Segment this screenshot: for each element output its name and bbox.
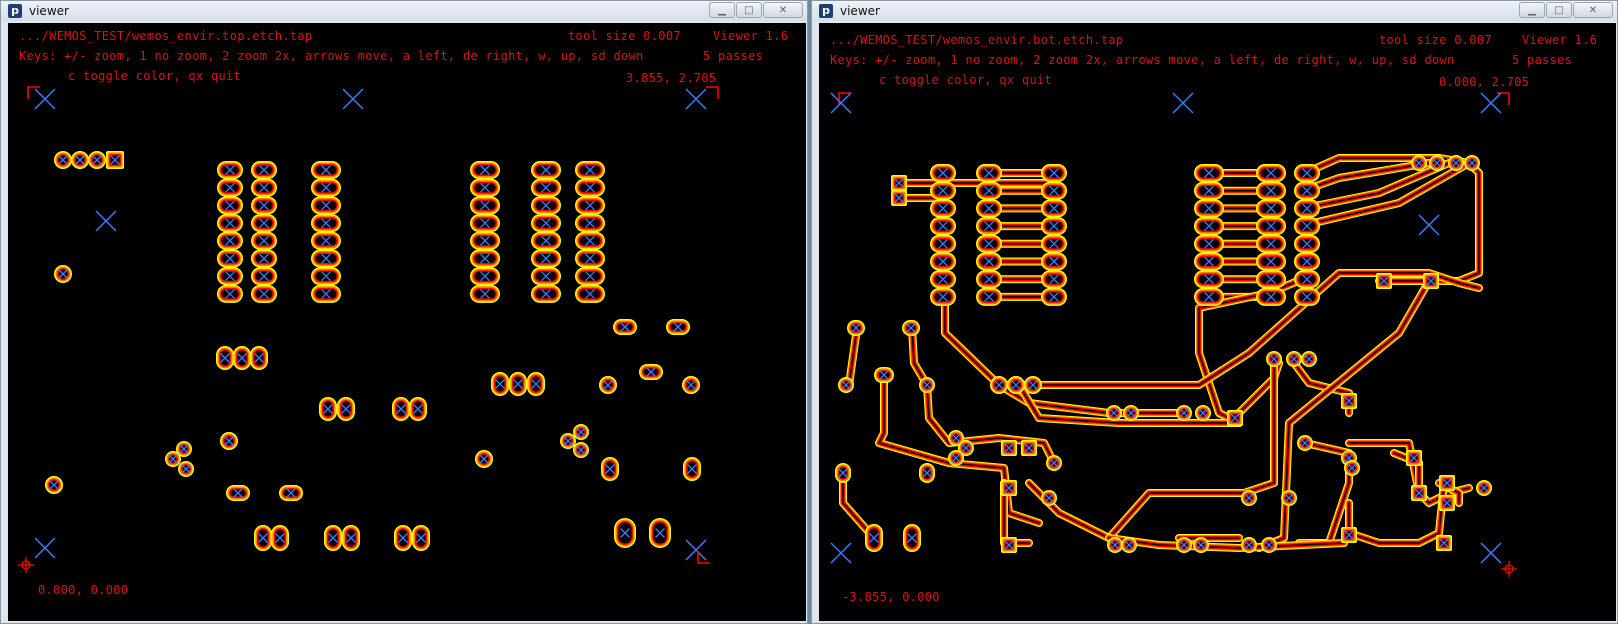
x-marker-icon — [34, 88, 56, 110]
maximize-button[interactable]: □ — [736, 2, 762, 18]
window-title: viewer — [840, 4, 880, 18]
maximize-icon: □ — [744, 5, 754, 16]
pcb-top-layer — [18, 86, 719, 573]
trace — [1345, 479, 1448, 547]
x-marker-icon — [1418, 214, 1440, 236]
trace — [845, 324, 861, 389]
crosshair-icon — [18, 557, 34, 573]
x-marker-icon — [1480, 92, 1502, 114]
x-marker-icon — [34, 537, 56, 559]
x-marker-icon — [830, 542, 852, 564]
minimize-icon: ▁ — [718, 5, 726, 16]
pcb-bottom-layer — [830, 92, 1517, 577]
viewer-window-top: p viewer ▁ □ ✕ .../WEMOS_TEST/wemos_envi… — [0, 0, 808, 624]
x-marker-icon — [1172, 92, 1194, 114]
titlebar[interactable]: p viewer ▁ □ ✕ — [1, 1, 807, 21]
x-marker-icon — [1480, 542, 1502, 564]
window-title: viewer — [29, 4, 69, 18]
viewer-window-bottom: p viewer ▁ □ ✕ .../WEMOS_TEST/wemos_envi… — [811, 0, 1618, 624]
x-marker-icon — [342, 88, 364, 110]
x-marker-icon — [95, 210, 117, 232]
maximize-icon: □ — [1554, 5, 1564, 16]
minimize-icon: ▁ — [1528, 5, 1536, 16]
board-canvas[interactable]: .../WEMOS_TEST/wemos_envir.bot.etch.tap … — [819, 23, 1616, 621]
close-icon: ✕ — [778, 5, 788, 16]
maximize-button[interactable]: □ — [1546, 2, 1572, 18]
close-icon: ✕ — [1588, 5, 1598, 16]
x-marker-icon — [685, 539, 707, 561]
board-canvas[interactable]: .../WEMOS_TEST/wemos_envir.top.etch.tap … — [8, 23, 806, 621]
p-app-icon: p — [819, 4, 833, 18]
corner-mark — [706, 86, 719, 99]
titlebar[interactable]: p viewer ▁ □ ✕ — [812, 1, 1617, 21]
close-button[interactable]: ✕ — [1573, 2, 1613, 18]
close-button[interactable]: ✕ — [763, 2, 803, 18]
x-marker-icon — [830, 92, 852, 114]
p-app-icon: p — [8, 4, 22, 18]
trace — [1290, 359, 1353, 417]
x-marker-icon — [685, 88, 707, 110]
trace — [1025, 479, 1113, 542]
minimize-button[interactable]: ▁ — [1519, 2, 1545, 18]
trace — [1105, 359, 1278, 547]
crosshair-icon — [1501, 561, 1517, 577]
minimize-button[interactable]: ▁ — [709, 2, 735, 18]
